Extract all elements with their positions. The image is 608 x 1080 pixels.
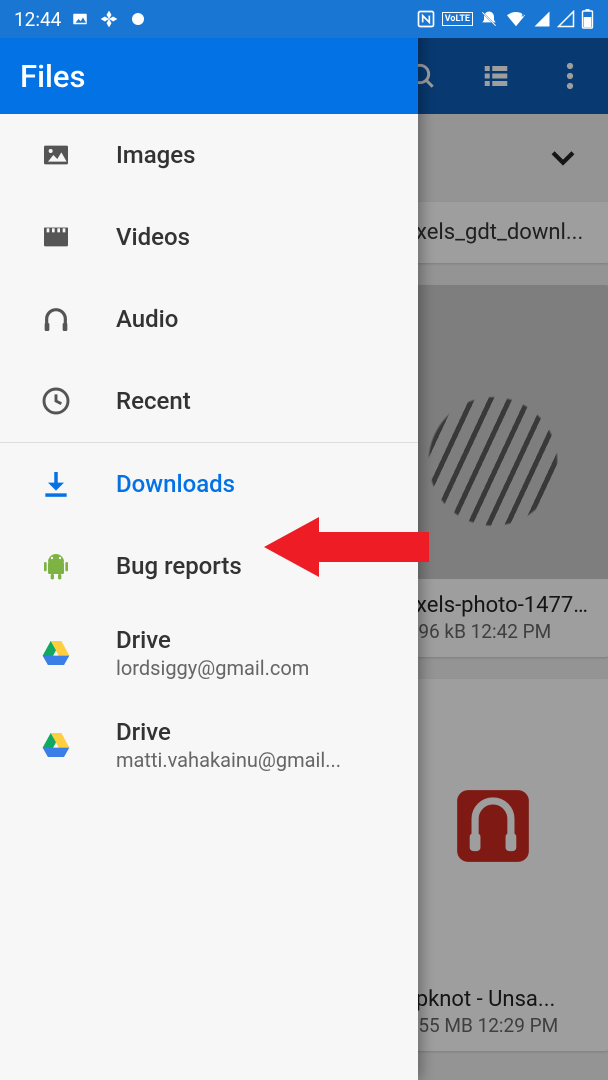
wifi-icon: x [505,10,527,28]
drawer-label: Audio [116,305,178,333]
svg-text:x: x [521,10,525,18]
drawer-item-images[interactable]: Images [0,114,418,196]
audio-icon [38,301,74,337]
drawer-label: Downloads [116,470,235,498]
drawer-item-audio[interactable]: Audio [0,278,418,360]
photos-status-icon [99,9,119,29]
drawer-sublabel: lordsiggy@gmail.com [116,656,309,680]
drawer-item-videos[interactable]: Videos [0,196,418,278]
drawer-item-drive-1[interactable]: Drive lordsiggy@gmail.com [0,607,418,699]
status-bar: 12:44 VoLTE x [0,0,608,38]
dnd-icon [479,9,499,29]
android-icon [38,548,74,584]
drive-icon [38,635,74,671]
nfc-icon [416,9,436,29]
drawer-label: Drive [116,718,341,746]
download-icon [38,466,74,502]
signal-icon [533,10,551,28]
gallery-status-icon [71,10,89,28]
battery-icon [581,9,594,29]
drawer-label: Recent [116,387,191,415]
annotation-arrow [264,512,434,586]
video-icon [38,219,74,255]
signal-icon-2 [557,10,575,28]
drawer-item-drive-2[interactable]: Drive matti.vahakainu@gmail... [0,699,418,791]
drawer-label: Videos [116,223,190,251]
drawer-sublabel: matti.vahakainu@gmail... [116,748,341,772]
volte-icon: VoLTE [442,12,473,26]
status-time: 12:44 [14,8,61,31]
drawer-item-recent[interactable]: Recent [0,360,418,442]
drawer-label: Images [116,141,195,169]
image-icon [38,137,74,173]
recent-icon [38,383,74,419]
circle-status-icon [129,10,147,28]
drive-icon [38,727,74,763]
drawer-title: Files [0,38,418,114]
drawer-label: Drive [116,626,309,654]
drawer-label: Bug reports [116,552,242,580]
